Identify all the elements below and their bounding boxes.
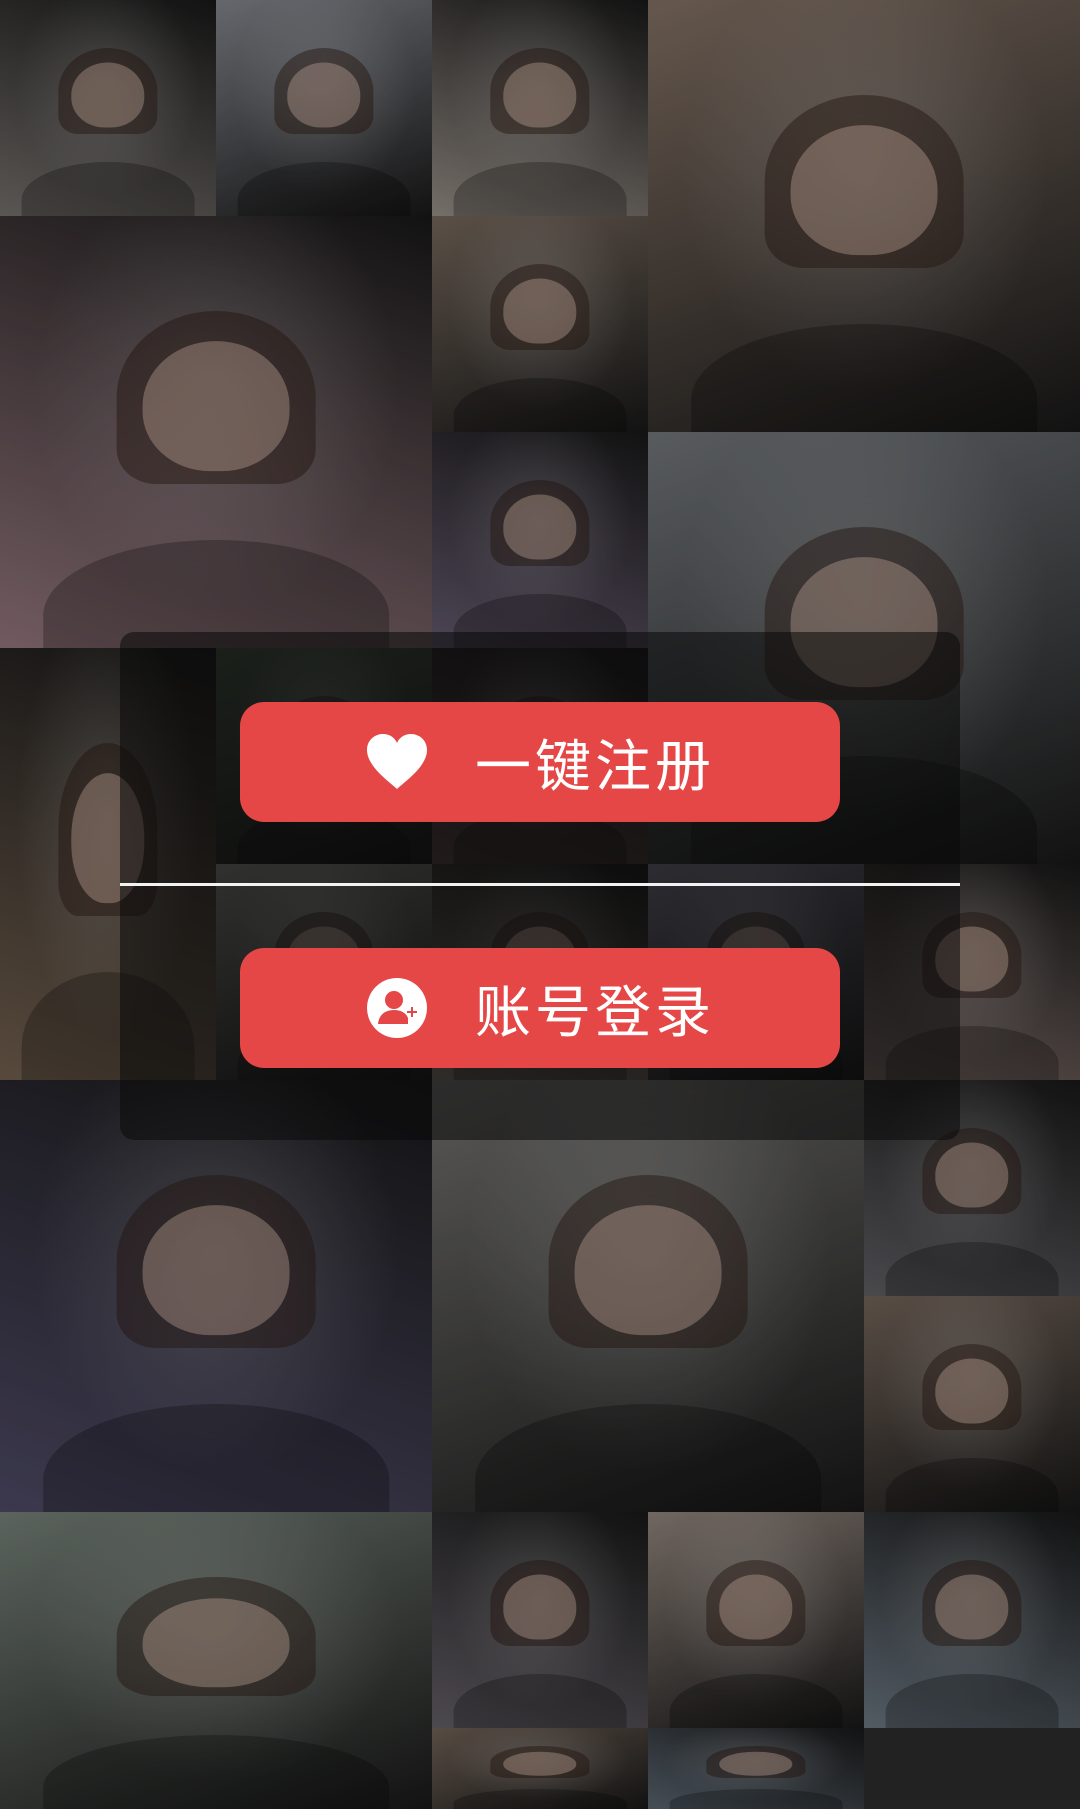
panel-divider	[120, 883, 960, 886]
auth-panel: 一键注册 账号登录	[120, 632, 960, 1140]
heart-icon	[365, 730, 429, 794]
add-user-icon	[365, 976, 429, 1040]
account-login-button[interactable]: 账号登录	[240, 948, 840, 1068]
register-button-label: 一键注册	[475, 734, 715, 800]
login-button-label: 账号登录	[475, 980, 715, 1046]
app-screen: 一键注册 账号登录	[0, 0, 1080, 1809]
one-click-register-button[interactable]: 一键注册	[240, 702, 840, 822]
